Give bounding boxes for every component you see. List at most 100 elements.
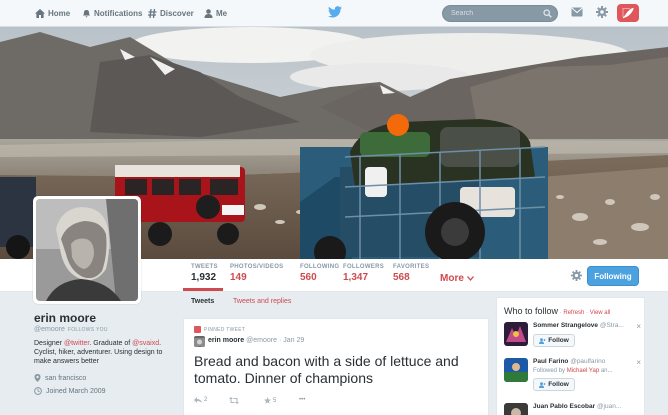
following-button[interactable]: Following <box>587 266 639 286</box>
bio-text-2: . Graduate of <box>89 340 133 347</box>
tweet-date[interactable]: Jan 29 <box>283 337 304 344</box>
stat-following-label: FOLLOWING <box>300 264 340 270</box>
stat-favorites[interactable]: FAVORITES 568 <box>393 264 429 283</box>
calendar-icon <box>34 387 42 395</box>
view-all-link[interactable]: View all <box>590 310 611 316</box>
more-menu[interactable]: More <box>440 273 474 284</box>
dismiss-icon[interactable]: × <box>636 322 641 331</box>
suggestion-handle: @juan... <box>596 403 622 410</box>
pinned-tweet-label: PINNED TWEET <box>204 326 246 333</box>
who-to-follow-header: Who to follow · Refresh · View all <box>504 306 610 316</box>
follow-button[interactable]: Follow <box>533 378 575 391</box>
messages-icon[interactable] <box>571 7 583 17</box>
profile-settings-gear-icon[interactable] <box>571 270 582 281</box>
tweet-date-separator: · <box>278 337 282 344</box>
bio-mention-svaixd[interactable]: @svaixd <box>132 340 159 347</box>
followed-by-suffix: an... <box>599 368 613 374</box>
stat-tweets[interactable]: TWEETS 1,932 <box>191 264 218 283</box>
stat-followers-label: FOLLOWERS <box>343 264 385 270</box>
tab-tweets[interactable]: Tweets <box>191 298 214 305</box>
reply-icon <box>194 397 202 403</box>
pinned-tweet-label-row: PINNED TWEET <box>194 326 245 333</box>
nav-home-label: Home <box>48 9 71 18</box>
person-icon <box>204 9 213 18</box>
search-input[interactable] <box>451 6 541 21</box>
suggestion-name[interactable]: Juan Pablo Escobar <box>533 403 595 410</box>
chevron-down-icon <box>466 276 474 281</box>
timeline-tabs: Tweets Tweets and replies <box>183 294 489 314</box>
nav-notifications-label: Notifications <box>94 9 143 18</box>
hashtag-icon <box>148 9 157 18</box>
tweet-header: erin moore @emoore · Jan 29 <box>208 337 304 344</box>
stat-tweets-label: TWEETS <box>191 264 218 270</box>
retweet-icon <box>229 397 239 404</box>
active-stat-underline <box>183 288 223 291</box>
followed-by-name[interactable]: Michael Yap <box>567 368 599 374</box>
suggestion-handle: @Stra... <box>599 322 624 329</box>
stat-photos-value: 149 <box>230 272 247 283</box>
profile-handle-row: @emoore FOLLOWS YOU <box>34 326 108 333</box>
location-pin-icon <box>34 374 41 382</box>
nav-me[interactable]: Me <box>204 0 227 27</box>
top-navigation-bar: Home Notifications Discover Me <box>0 0 668 27</box>
search-icon[interactable] <box>543 9 552 18</box>
profile-location: san francisco <box>34 374 86 382</box>
profile-joined: Joined March 2009 <box>34 387 106 395</box>
favorite-count: 5 <box>273 397 277 404</box>
suggestion-name[interactable]: Sommer Strangelove <box>533 322 598 329</box>
nav-discover[interactable]: Discover <box>148 0 194 27</box>
dismiss-icon[interactable]: × <box>636 358 641 367</box>
follow-person-icon <box>539 381 546 388</box>
follow-button-label: Follow <box>548 337 569 344</box>
star-icon <box>264 397 271 404</box>
more-label: More <box>440 273 464 284</box>
follow-button[interactable]: Follow <box>533 334 575 347</box>
profile-handle[interactable]: @emoore <box>34 326 65 333</box>
suggestion-avatar[interactable] <box>504 322 528 346</box>
tweet-author-name[interactable]: erin moore <box>208 337 244 344</box>
more-tweet-actions[interactable]: ••• <box>299 397 305 403</box>
avatar-photo <box>36 199 138 301</box>
follow-person-icon <box>539 337 546 344</box>
tweet-author-handle[interactable]: @emoore <box>246 337 277 344</box>
favorite-action[interactable]: 5 <box>264 397 276 404</box>
suggestion-handle: @paulfarino <box>570 358 606 365</box>
bio-text-1: Designer <box>34 340 64 347</box>
nav-me-label: Me <box>216 9 228 18</box>
suggestion-name-row: Sommer Strangelove @Stra... <box>533 322 638 329</box>
stat-followers-value: 1,347 <box>343 272 369 283</box>
nav-notifications[interactable]: Notifications <box>82 0 142 27</box>
stat-favorites-label: FAVORITES <box>393 264 430 270</box>
retweet-action[interactable] <box>229 397 241 404</box>
stat-followers[interactable]: FOLLOWERS 1,347 <box>343 264 384 283</box>
followed-by-row: Followed by Michael Yap an... <box>533 368 613 374</box>
suggestion-name-row: Paul Farino @paulfarino <box>533 358 638 365</box>
joined-text: Joined March 2009 <box>46 387 106 395</box>
stat-photos-videos[interactable]: PHOTOS/VIDEOS 149 <box>230 264 283 283</box>
refresh-link[interactable]: Refresh <box>563 310 584 316</box>
quill-icon <box>622 7 634 18</box>
stat-following[interactable]: FOLLOWING 560 <box>300 264 339 283</box>
suggestion-name[interactable]: Paul Farino <box>533 358 568 365</box>
tweet-author-avatar[interactable] <box>194 336 205 347</box>
pinned-tweet[interactable]: PINNED TWEET erin moore @emoore · Jan 29… <box>183 318 489 415</box>
twitter-bird-icon[interactable] <box>328 6 342 18</box>
suggestion-avatar[interactable] <box>504 403 528 415</box>
location-text: san francisco <box>45 374 87 382</box>
profile-name: erin moore <box>34 311 97 325</box>
reply-action[interactable]: 2 <box>194 397 207 403</box>
stat-following-value: 560 <box>300 272 317 283</box>
suggestion-avatar[interactable] <box>504 358 528 382</box>
bio-mention-twitter[interactable]: @twitter <box>64 340 89 347</box>
nav-home[interactable]: Home <box>35 0 70 27</box>
gear-icon[interactable] <box>596 6 608 18</box>
home-icon <box>35 9 45 18</box>
follow-button-label: Follow <box>548 381 569 388</box>
tab-tweets-and-replies[interactable]: Tweets and replies <box>233 298 291 305</box>
reply-count: 2 <box>204 397 208 403</box>
follows-you-badge: FOLLOWS YOU <box>67 327 108 333</box>
compose-tweet-button[interactable] <box>617 4 639 22</box>
profile-avatar[interactable] <box>33 196 141 304</box>
tweet-text: Bread and bacon with a side of lettuce a… <box>194 353 459 386</box>
pin-icon <box>194 326 201 333</box>
